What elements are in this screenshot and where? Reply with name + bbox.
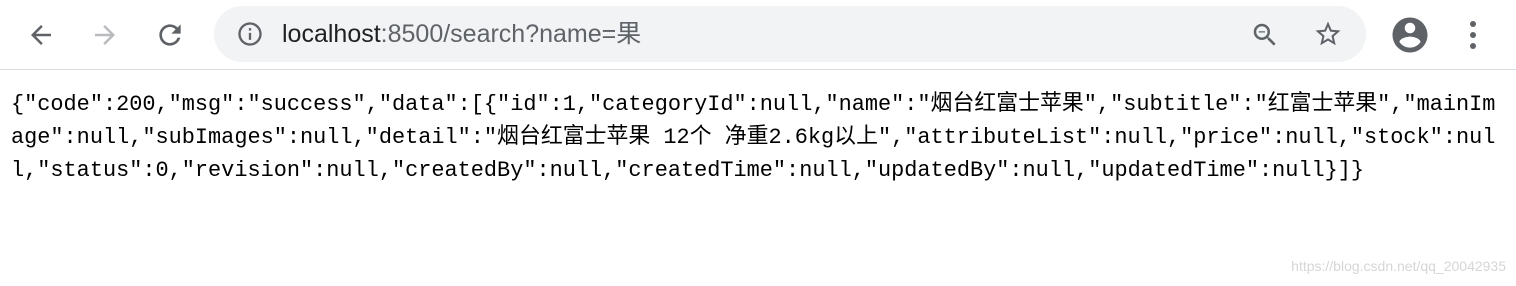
watermark-text: https://blog.csdn.net/qq_20042935 xyxy=(1291,258,1506,274)
vertical-dots-icon xyxy=(1470,21,1476,49)
star-outline-icon[interactable] xyxy=(1313,19,1343,49)
account-circle-icon[interactable] xyxy=(1389,14,1431,56)
reload-icon xyxy=(159,24,181,46)
forward-button[interactable] xyxy=(83,13,127,57)
zoom-out-icon[interactable] xyxy=(1250,20,1280,50)
info-circle-icon[interactable] xyxy=(236,20,264,48)
url-host: localhost xyxy=(282,20,381,48)
address-bar[interactable]: localhost:8500/search?name=果 xyxy=(214,6,1366,62)
page-content: {"code":200,"msg":"success","data":[{"id… xyxy=(11,88,1506,187)
json-response-text: {"code":200,"msg":"success","data":[{"id… xyxy=(11,92,1496,183)
arrow-right-icon xyxy=(95,25,115,45)
browser-toolbar: localhost:8500/search?name=果 xyxy=(0,0,1516,70)
back-button[interactable] xyxy=(19,13,63,57)
reload-button[interactable] xyxy=(148,13,192,57)
arrow-left-icon xyxy=(31,25,51,45)
browser-menu-button[interactable] xyxy=(1458,13,1488,57)
url-path: :8500/search?name=果 xyxy=(380,20,642,48)
url-text[interactable]: localhost:8500/search?name=果 xyxy=(282,6,641,62)
